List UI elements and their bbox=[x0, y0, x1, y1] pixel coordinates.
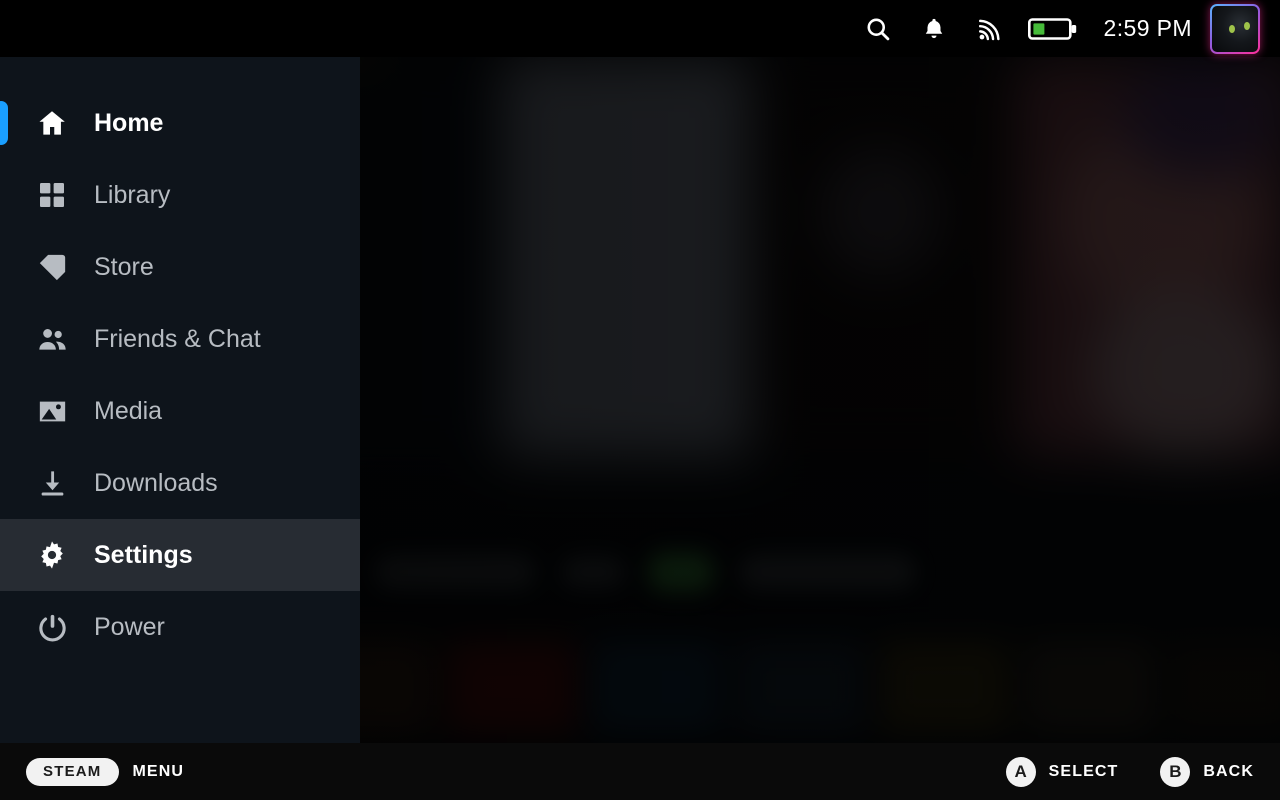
sidebar-item-label: Settings bbox=[94, 540, 193, 569]
b-button-icon: B bbox=[1160, 756, 1191, 787]
steam-deck-gamepad-ui: 2:59 PM Home Library Store Friends & Cha… bbox=[0, 0, 1280, 800]
sidebar-item-friends-chat[interactable]: Friends & Chat bbox=[0, 303, 360, 375]
battery-icon[interactable] bbox=[1025, 8, 1081, 50]
select-label: SELECT bbox=[1048, 762, 1119, 780]
a-button-icon: A bbox=[1005, 756, 1036, 787]
sidebar-item-settings[interactable]: Settings bbox=[0, 519, 360, 591]
sidebar-item-power[interactable]: Power bbox=[0, 591, 360, 663]
sidebar-item-label: Store bbox=[94, 252, 154, 281]
friends-icon bbox=[32, 319, 72, 359]
back-label: BACK bbox=[1203, 762, 1254, 780]
wifi-signal-icon[interactable] bbox=[969, 8, 1011, 50]
focus-indicator bbox=[0, 101, 8, 145]
sidebar-item-label: Power bbox=[94, 612, 165, 641]
sidebar-item-store[interactable]: Store bbox=[0, 231, 360, 303]
notifications-bell-icon[interactable] bbox=[913, 8, 955, 50]
select-action[interactable]: A SELECT bbox=[1005, 756, 1119, 787]
sidebar-item-downloads[interactable]: Downloads bbox=[0, 447, 360, 519]
home-icon bbox=[32, 103, 72, 143]
avatar-image bbox=[1212, 5, 1258, 52]
main-menu-sidebar: Home Library Store Friends & Chat Media … bbox=[0, 57, 360, 743]
search-icon[interactable] bbox=[857, 8, 899, 50]
sidebar-item-home[interactable]: Home bbox=[0, 87, 360, 159]
bottom-bar-right: A SELECT B BACK bbox=[964, 756, 1254, 787]
menu-label: MENU bbox=[132, 762, 185, 780]
download-icon bbox=[32, 463, 72, 503]
avatar[interactable] bbox=[1210, 3, 1260, 54]
status-bar: 2:59 PM bbox=[0, 0, 1280, 57]
power-icon bbox=[32, 607, 72, 647]
sidebar-item-library[interactable]: Library bbox=[0, 159, 360, 231]
sidebar-item-label: Home bbox=[94, 108, 164, 137]
sidebar-item-label: Friends & Chat bbox=[94, 324, 261, 353]
bottom-action-bar: STEAM MENU A SELECT B BACK bbox=[0, 743, 1280, 800]
sidebar-item-label: Library bbox=[94, 180, 171, 209]
steam-button-pill[interactable]: STEAM bbox=[26, 757, 119, 786]
library-icon bbox=[32, 175, 72, 215]
sidebar-item-media[interactable]: Media bbox=[0, 375, 360, 447]
sidebar-item-label: Downloads bbox=[94, 468, 218, 497]
bottom-bar-left: STEAM MENU bbox=[26, 757, 185, 786]
back-action[interactable]: B BACK bbox=[1160, 756, 1254, 787]
gear-icon bbox=[32, 535, 72, 575]
store-tag-icon bbox=[32, 247, 72, 287]
clock: 2:59 PM bbox=[1103, 15, 1192, 41]
sidebar-item-label: Media bbox=[94, 396, 163, 425]
media-image-icon bbox=[32, 391, 72, 431]
